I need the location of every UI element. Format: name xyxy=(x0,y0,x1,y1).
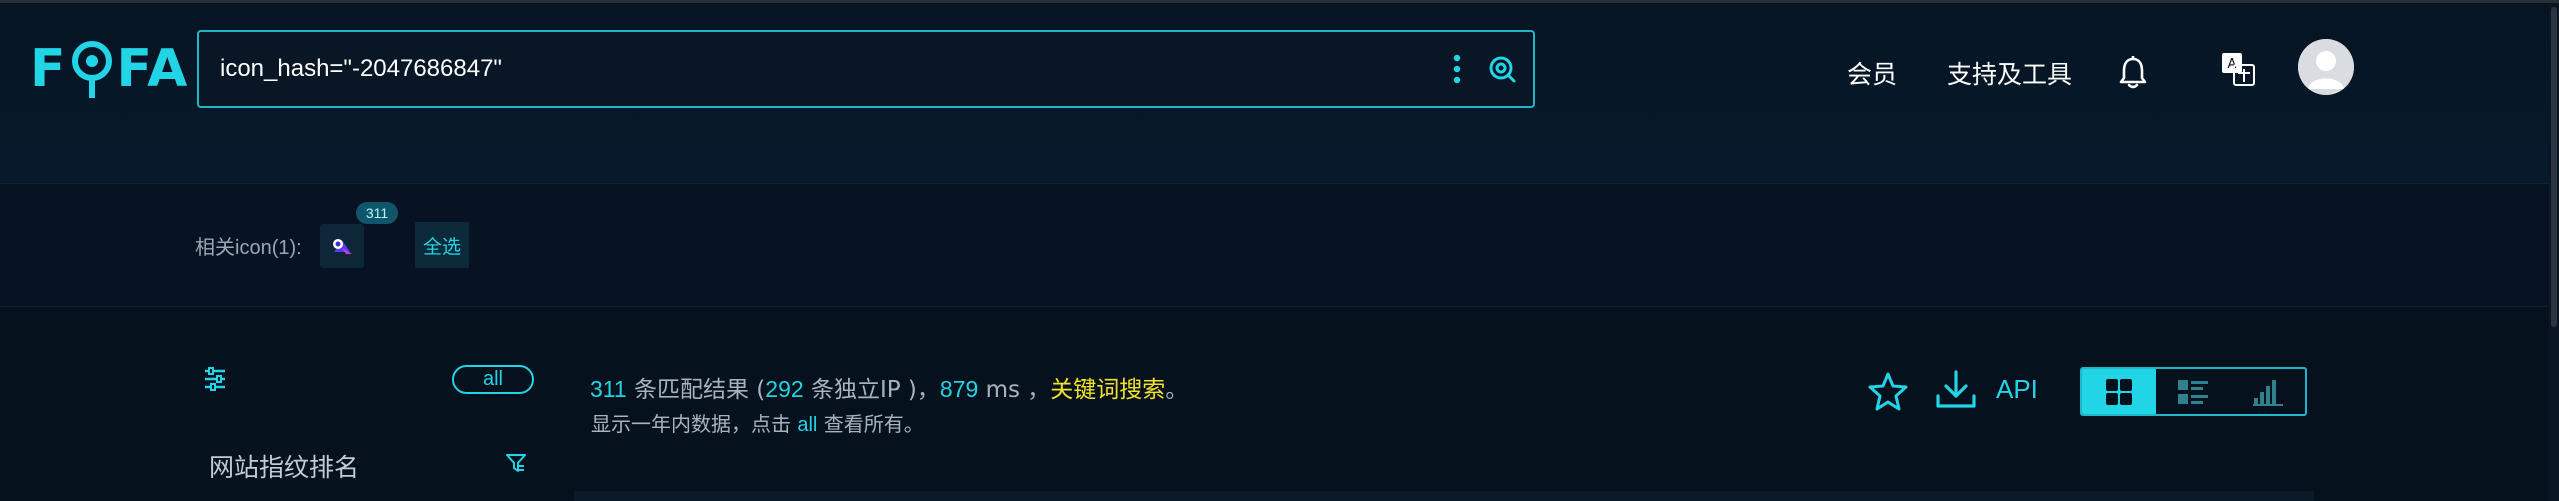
favicon-icon xyxy=(328,232,356,260)
icon-count-badge: 311 xyxy=(356,202,398,224)
user-avatar[interactable] xyxy=(2298,39,2354,95)
related-icons-row: 相关icon(1): 311 全选 xyxy=(0,183,2559,307)
query-time: 879 xyxy=(939,376,979,402)
funnel-icon[interactable] xyxy=(506,453,526,473)
header: F FA 会员 支持及工具 xyxy=(0,3,2559,183)
scrollbar-thumb[interactable] xyxy=(2551,7,2557,327)
nav-member[interactable]: 会员 xyxy=(1847,53,1897,93)
related-icon-label: 相关icon(1): xyxy=(195,237,302,259)
logo-o-mark-icon xyxy=(71,41,112,98)
keyword-search-link[interactable]: 关键词搜索 xyxy=(1050,377,1165,403)
more-vertical-icon[interactable] xyxy=(1447,49,1467,89)
fingerprint-rank-title: 网站指纹排名 xyxy=(209,453,360,482)
related-favicon[interactable] xyxy=(320,224,364,268)
list-view-icon[interactable] xyxy=(2156,369,2230,414)
translate-icon[interactable]: A xyxy=(2220,49,2260,89)
results-section: all 网站指纹排名 311 条匹配结果 (292 条独立IP )，879 ms… xyxy=(0,308,2559,501)
subline-suffix: 查看所有。 xyxy=(817,412,924,436)
nav-member-label: 会员 xyxy=(1847,60,1898,89)
result-count: 311 xyxy=(590,376,627,402)
results-list-top-edge xyxy=(574,491,2314,501)
result-count-suffix: 条匹配结果 ( xyxy=(626,377,766,403)
result-summary: 311 条匹配结果 (292 条独立IP )，879 ms ，关键词搜索。 xyxy=(590,370,1188,404)
select-all-button[interactable]: 全选 xyxy=(415,222,469,268)
download-icon[interactable] xyxy=(1934,368,1978,412)
logo-text-right: FA xyxy=(116,39,189,99)
search-box xyxy=(197,30,1535,108)
fofa-logo[interactable]: F FA xyxy=(30,39,188,99)
view-all-link[interactable]: all xyxy=(797,414,817,436)
page-scrollbar[interactable] xyxy=(2549,3,2559,501)
unique-ip-suffix: 条独立IP )， xyxy=(803,377,940,403)
star-icon[interactable] xyxy=(1866,370,1910,414)
query-time-suffix: ms ， xyxy=(978,377,1051,403)
unique-ip-count: 292 xyxy=(765,376,804,402)
api-button[interactable]: API xyxy=(1996,374,2038,405)
search-input[interactable] xyxy=(199,32,1447,106)
nav-tools-label: 支持及工具 xyxy=(1947,60,2073,89)
subline-prefix: 显示一年内数据，点击 xyxy=(591,412,798,436)
nav-tools[interactable]: 支持及工具 xyxy=(1947,53,2072,93)
grid-view-icon[interactable] xyxy=(2082,369,2157,414)
logo-text-left: F xyxy=(30,39,67,99)
bell-icon[interactable] xyxy=(2117,53,2153,93)
result-subline: 显示一年内数据，点击 all 查看所有。 xyxy=(591,408,924,437)
all-filter-pill[interactable]: all xyxy=(452,365,534,394)
search-icon[interactable] xyxy=(1485,52,1519,86)
sliders-icon[interactable] xyxy=(203,366,227,392)
view-mode-toggle xyxy=(2080,367,2307,416)
summary-end: 。 xyxy=(1165,377,1189,403)
chart-view-icon[interactable] xyxy=(2231,369,2305,414)
